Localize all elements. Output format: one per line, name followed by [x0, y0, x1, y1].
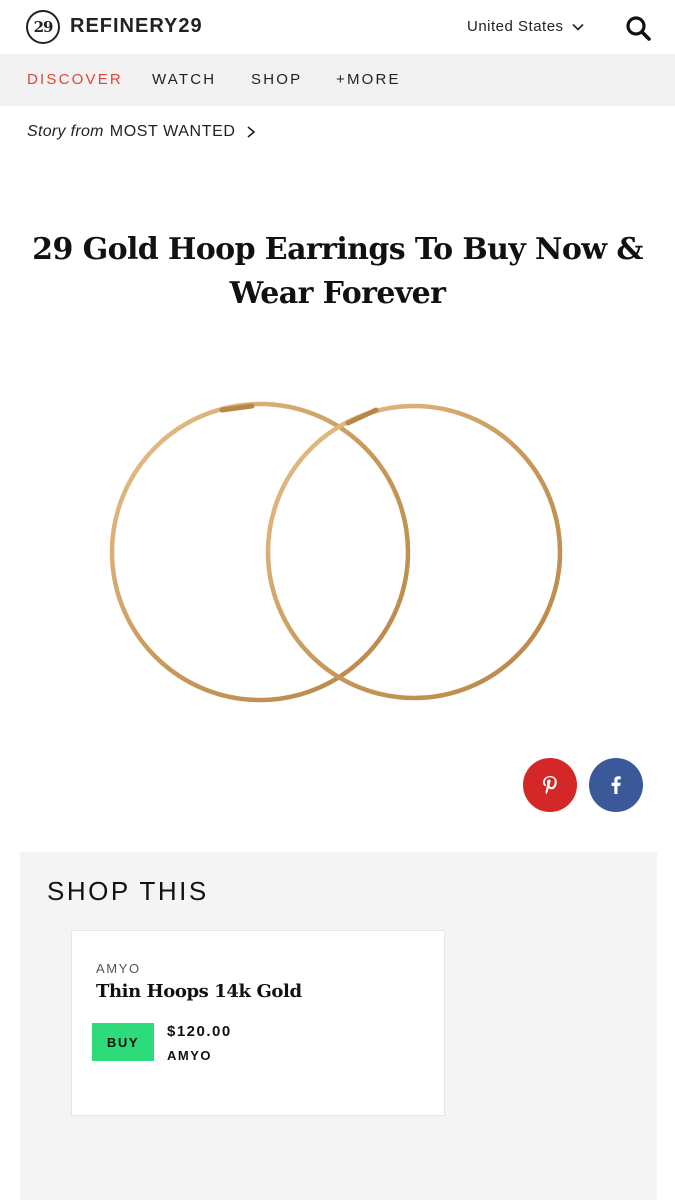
refinery29-logo-icon[interactable]: 29 — [26, 10, 60, 44]
pinterest-icon — [543, 776, 557, 795]
shop-heading: SHOP THIS — [47, 876, 209, 906]
nav-item-discover[interactable]: DISCOVER — [27, 71, 123, 88]
site-logo-text[interactable]: REFINERY29 — [70, 15, 203, 38]
chevron-right-icon — [247, 126, 255, 138]
product-price: $120.00 — [167, 1023, 232, 1040]
gold-hoop-earrings-image — [109, 401, 563, 703]
article-title: 29 Gold Hoop Earrings To Buy Now & Wear … — [32, 232, 643, 311]
region-label: United States — [467, 18, 564, 35]
story-section: MOST WANTED — [109, 123, 236, 140]
product-brand: AMYO — [96, 961, 141, 976]
nav-item-more[interactable]: +MORE — [336, 71, 401, 88]
pinterest-share-button[interactable] — [523, 758, 577, 812]
search-icon[interactable] — [624, 14, 652, 42]
region-selector[interactable]: United States — [467, 18, 584, 35]
buy-button[interactable]: BUY — [92, 1023, 154, 1061]
product-card[interactable]: AMYO Thin Hoops 14k Gold BUY $120.00 AMY… — [71, 930, 445, 1116]
primary-nav: DISCOVER WATCH SHOP +MORE — [0, 54, 675, 106]
nav-item-watch[interactable]: WATCH — [152, 71, 216, 88]
nav-item-shop[interactable]: SHOP — [251, 71, 302, 88]
product-name[interactable]: Thin Hoops 14k Gold — [96, 981, 302, 1002]
shop-this-panel: SHOP THIS AMYO Thin Hoops 14k Gold BUY $… — [20, 852, 657, 1200]
facebook-icon — [611, 776, 621, 794]
story-prefix: Story from — [27, 123, 104, 140]
story-source-link[interactable]: Story from MOST WANTED — [27, 123, 256, 141]
top-header: 29 REFINERY29 United States — [0, 0, 675, 54]
facebook-share-button[interactable] — [589, 758, 643, 812]
product-retailer: AMYO — [167, 1048, 212, 1063]
chevron-down-icon — [571, 23, 584, 31]
